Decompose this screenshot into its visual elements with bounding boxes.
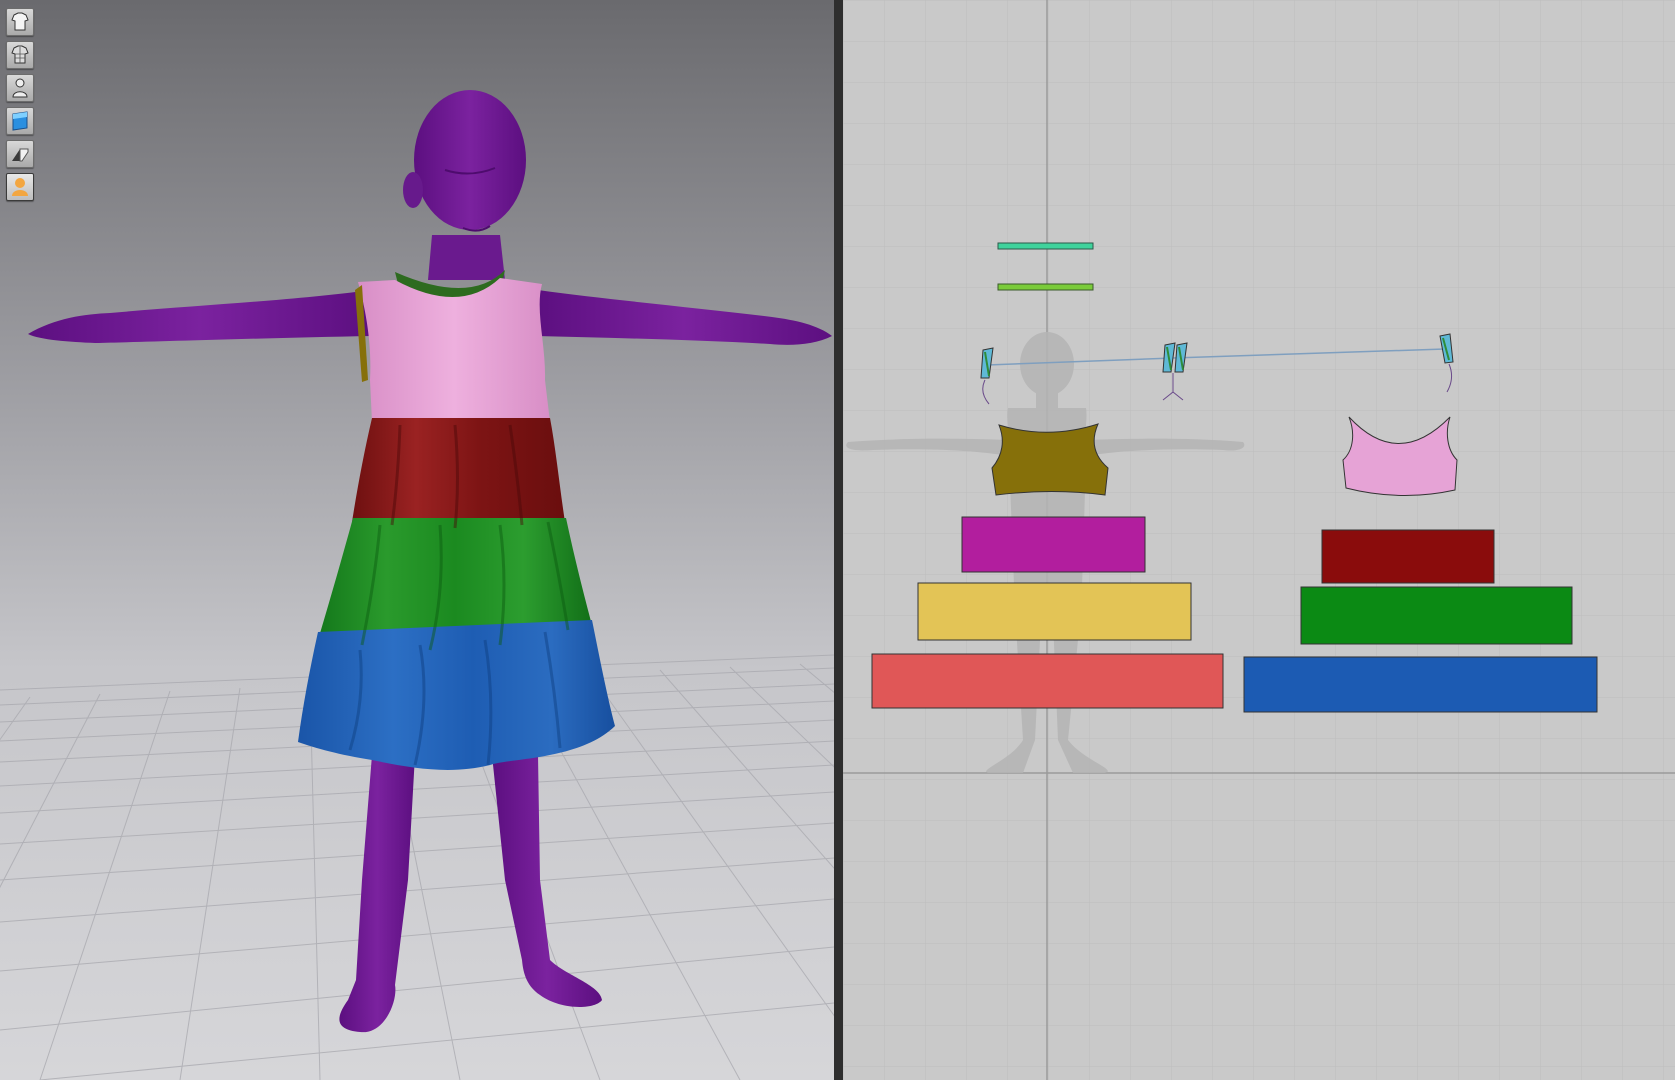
avatar-head <box>414 90 526 230</box>
avatar-skin-tool[interactable] <box>6 173 34 201</box>
pattern-tier-2-front[interactable] <box>1300 586 1573 645</box>
avatar-ear <box>403 172 423 208</box>
avatar-neck <box>428 235 505 280</box>
garment-shaded-tool[interactable] <box>6 8 34 36</box>
app-window <box>0 0 1675 1080</box>
dress-tier-3 <box>298 620 615 770</box>
pattern-bodice-back[interactable] <box>991 423 1109 496</box>
pattern-tier-3-back[interactable] <box>871 653 1224 709</box>
viewport-toolbar <box>6 8 36 206</box>
binding-strip-2[interactable] <box>997 283 1094 291</box>
garment-wireframe-tool[interactable] <box>6 41 34 69</box>
pattern-tier-2-back[interactable] <box>917 582 1192 641</box>
avatar-tool[interactable] <box>6 74 34 102</box>
eraser-icon <box>12 148 29 162</box>
avatar-icon <box>12 78 28 98</box>
garment-wireframe-icon <box>11 45 29 64</box>
viewport-2d-pattern[interactable] <box>843 0 1675 1080</box>
pattern-tier-1-back[interactable] <box>961 516 1146 573</box>
avatar-skin-icon <box>12 178 28 196</box>
pattern-tier-1-front[interactable] <box>1321 529 1495 584</box>
viewport-splitter[interactable] <box>834 0 843 1080</box>
viewport-3d[interactable] <box>0 0 834 1080</box>
texture-icon <box>12 111 28 131</box>
eraser-tool[interactable] <box>6 140 34 168</box>
pattern-tier-3-front[interactable] <box>1243 656 1598 713</box>
texture-tool[interactable] <box>6 107 34 135</box>
pattern-canvas[interactable] <box>843 0 1675 1080</box>
dress-bodice-front <box>358 278 550 422</box>
garment-shaded-icon <box>11 12 29 31</box>
binding-strip-1[interactable] <box>997 242 1094 250</box>
scene-3d[interactable] <box>0 0 834 1080</box>
